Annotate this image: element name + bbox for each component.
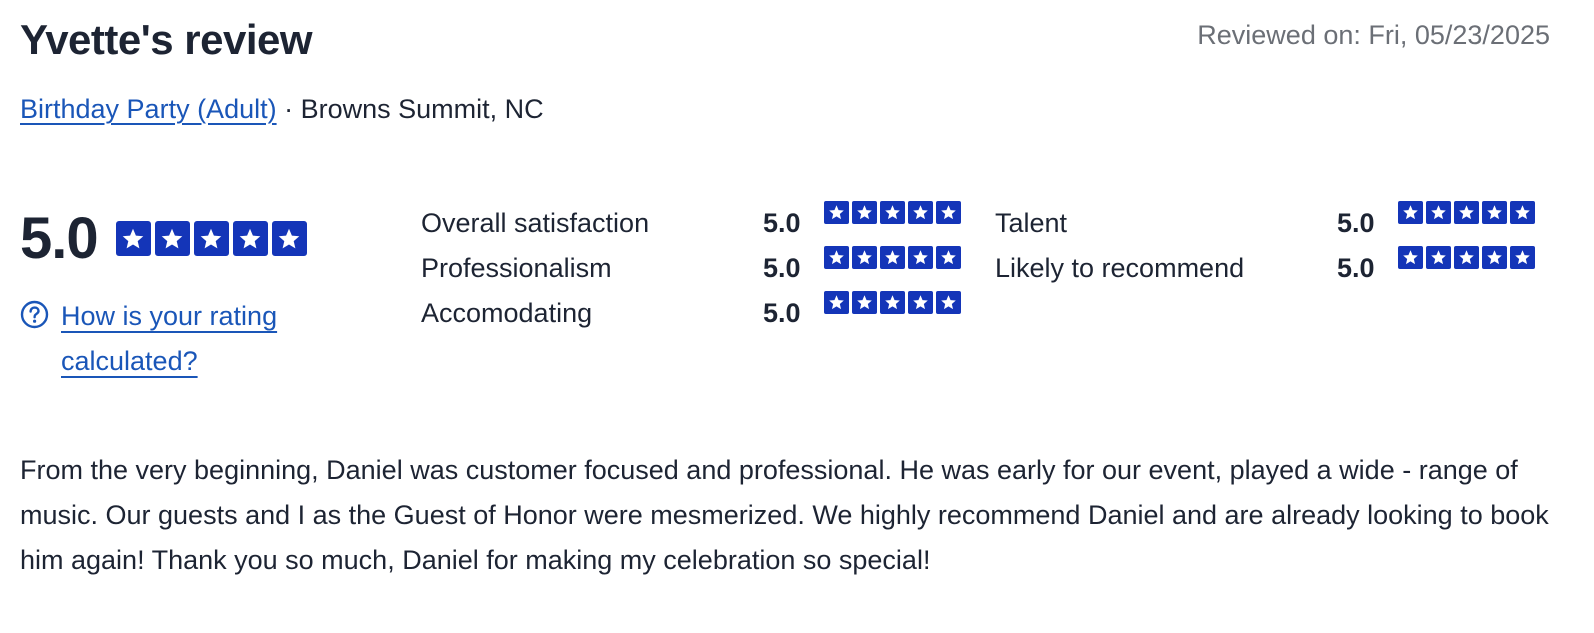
- review-subheader: Birthday Party (Adult) · Browns Summit, …: [20, 94, 544, 125]
- star-icon: [852, 291, 877, 314]
- star-icon: [880, 201, 905, 224]
- event-location: Browns Summit, NC: [300, 94, 544, 124]
- star-icon: [271, 221, 307, 256]
- metric-stars: [1398, 201, 1535, 224]
- metric-label: Likely to recommend: [995, 252, 1245, 283]
- star-icon: [880, 246, 905, 269]
- star-icon: [880, 291, 905, 314]
- metric-label: Professionalism: [421, 252, 612, 283]
- metric-label: Overall satisfaction: [421, 207, 650, 238]
- metric-row: Accomodating 5.0: [421, 291, 961, 333]
- review-title: Yvette's review: [20, 16, 313, 63]
- star-icon: [908, 246, 933, 269]
- overall-stars: [115, 221, 307, 256]
- star-icon: [908, 291, 933, 314]
- metric-stars: [824, 201, 961, 224]
- star-icon: [852, 246, 877, 269]
- metric-row: Professionalism 5.0: [421, 246, 961, 288]
- star-icon: [936, 246, 961, 269]
- star-icon: [1426, 246, 1451, 269]
- event-type-link[interactable]: Birthday Party (Adult): [20, 94, 277, 124]
- metric-stars: [824, 246, 961, 269]
- star-icon: [936, 201, 961, 224]
- metric-stars: [1398, 246, 1535, 269]
- star-icon: [1454, 246, 1479, 269]
- star-icon: [936, 291, 961, 314]
- metric-score: 5.0: [763, 252, 801, 283]
- how-rating-calculated-link[interactable]: How is your rating calculated?: [61, 294, 340, 384]
- star-icon: [1482, 246, 1507, 269]
- star-icon: [193, 221, 229, 256]
- star-icon: [908, 201, 933, 224]
- overall-rating: 5.0: [20, 205, 307, 272]
- subheader-separator: ·: [276, 94, 301, 124]
- metric-label: Talent: [995, 207, 1068, 238]
- metric-score: 5.0: [763, 297, 801, 328]
- rating-help: How is your rating calculated?: [20, 294, 340, 384]
- metric-score: 5.0: [763, 207, 801, 238]
- metric-score: 5.0: [1337, 207, 1375, 238]
- star-icon: [1482, 201, 1507, 224]
- star-icon: [1510, 246, 1535, 269]
- star-icon: [1510, 201, 1535, 224]
- metric-stars: [824, 291, 961, 314]
- metric-row: Talent 5.0: [995, 201, 1535, 243]
- star-icon: [824, 291, 849, 314]
- star-icon: [232, 221, 268, 256]
- star-icon: [1426, 201, 1451, 224]
- star-icon: [115, 221, 151, 256]
- metric-label: Accomodating: [421, 297, 593, 328]
- star-icon: [1454, 201, 1479, 224]
- star-icon: [1398, 201, 1423, 224]
- review-date: Reviewed on: Fri, 05/23/2025: [1197, 20, 1550, 50]
- star-icon: [824, 246, 849, 269]
- review-text: From the very beginning, Daniel was cust…: [20, 455, 1549, 575]
- star-icon: [852, 201, 877, 224]
- metric-row: Likely to recommend 5.0: [995, 246, 1535, 288]
- question-circle-icon[interactable]: [20, 300, 49, 329]
- overall-score: 5.0: [20, 206, 99, 271]
- star-icon: [154, 221, 190, 256]
- metric-row: Overall satisfaction 5.0: [421, 201, 961, 243]
- star-icon: [1398, 246, 1423, 269]
- metric-score: 5.0: [1337, 252, 1375, 283]
- star-icon: [824, 201, 849, 224]
